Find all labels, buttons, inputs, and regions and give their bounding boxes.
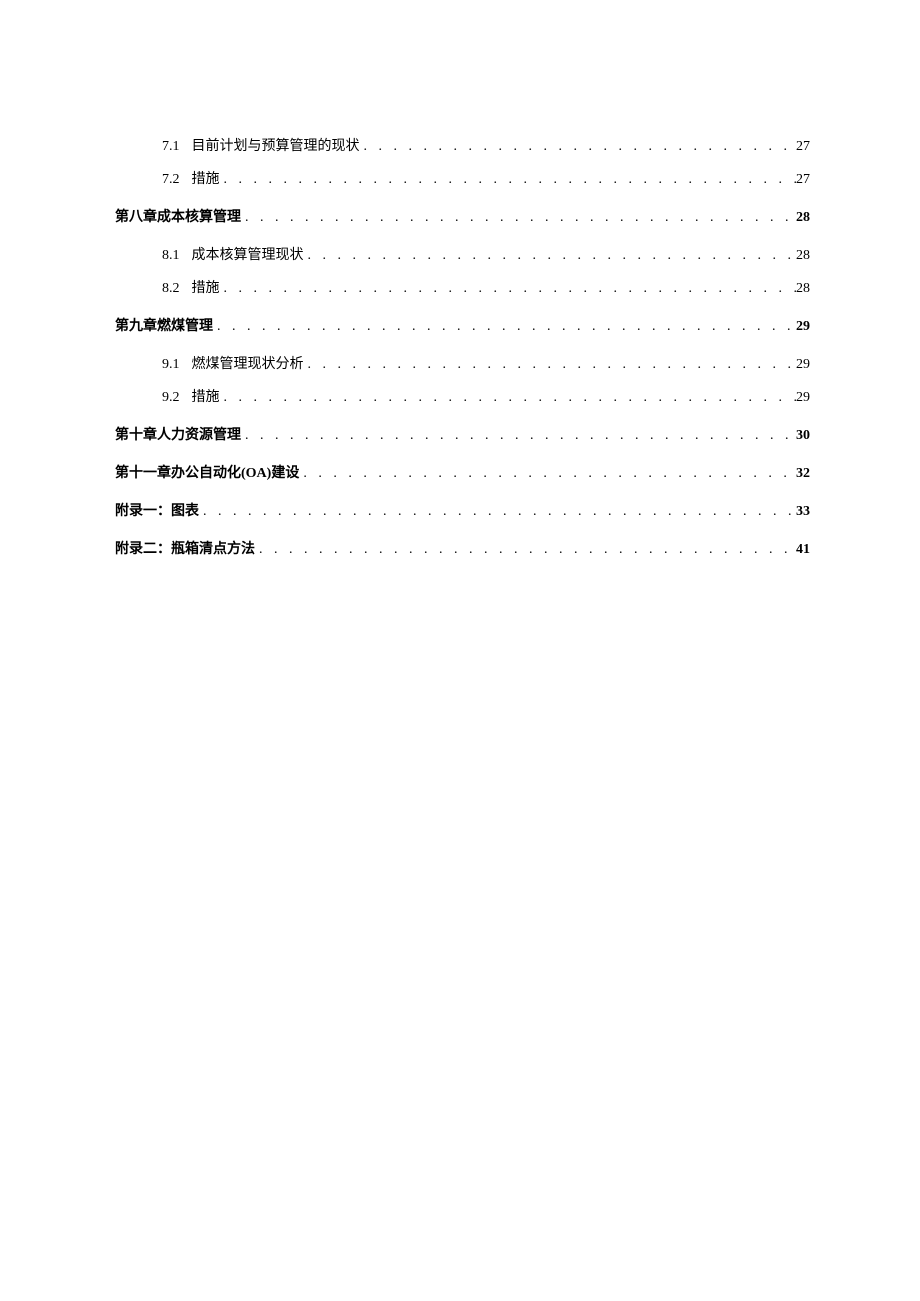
toc-dots: . . . . . . . . . . . . . . . . . . . . … [220, 172, 797, 188]
toc-title: 措施 [192, 386, 220, 406]
toc-number: 7.1 [162, 139, 180, 155]
toc-title: 第九章燃煤管理 [115, 315, 213, 335]
toc-dots: . . . . . . . . . . . . . . . . . . . . … [220, 390, 797, 406]
toc-page: 41 [796, 542, 810, 558]
toc-title: 燃煤管理现状分析 [192, 353, 304, 373]
toc-dots: . . . . . . . . . . . . . . . . . . . . … [304, 357, 797, 373]
table-of-contents: 7.1 目前计划与预算管理的现状 . . . . . . . . . . . .… [115, 135, 810, 558]
toc-entry: 7.2 措施 . . . . . . . . . . . . . . . . .… [115, 168, 810, 188]
toc-number: 9.1 [162, 357, 180, 373]
toc-number: 9.2 [162, 390, 180, 406]
toc-page: 28 [796, 281, 810, 297]
toc-page: 29 [796, 357, 810, 373]
toc-dots: . . . . . . . . . . . . . . . . . . . . … [199, 504, 796, 520]
toc-entry: 9.2 措施 . . . . . . . . . . . . . . . . .… [115, 386, 810, 406]
toc-title: 成本核算管理现状 [192, 244, 304, 264]
toc-entry: 附录二：瓶箱清点方法 . . . . . . . . . . . . . . .… [115, 538, 810, 558]
toc-entry: 第十一章办公自动化(OA)建设 . . . . . . . . . . . . … [115, 462, 810, 482]
toc-page: 27 [796, 139, 810, 155]
toc-page: 29 [796, 319, 810, 335]
toc-entry: 第八章成本核算管理 . . . . . . . . . . . . . . . … [115, 206, 810, 226]
toc-dots: . . . . . . . . . . . . . . . . . . . . … [220, 281, 797, 297]
toc-title: 第十一章办公自动化(OA)建设 [115, 462, 299, 482]
toc-title: 目前计划与预算管理的现状 [192, 135, 360, 155]
toc-title: 第八章成本核算管理 [115, 206, 241, 226]
toc-entry: 第十章人力资源管理 . . . . . . . . . . . . . . . … [115, 424, 810, 444]
toc-number: 7.2 [162, 172, 180, 188]
toc-page: 30 [796, 428, 810, 444]
toc-entry: 附录一：图表 . . . . . . . . . . . . . . . . .… [115, 500, 810, 520]
toc-title: 第十章人力资源管理 [115, 424, 241, 444]
toc-page: 28 [796, 210, 810, 226]
toc-page: 32 [796, 466, 810, 482]
toc-page: 28 [796, 248, 810, 264]
toc-number: 8.2 [162, 281, 180, 297]
toc-number: 8.1 [162, 248, 180, 264]
toc-title: 附录一：图表 [115, 500, 199, 520]
toc-page: 29 [796, 390, 810, 406]
toc-entry: 9.1 燃煤管理现状分析 . . . . . . . . . . . . . .… [115, 353, 810, 373]
toc-dots: . . . . . . . . . . . . . . . . . . . . … [360, 139, 797, 155]
toc-entry: 7.1 目前计划与预算管理的现状 . . . . . . . . . . . .… [115, 135, 810, 155]
toc-dots: . . . . . . . . . . . . . . . . . . . . … [241, 428, 796, 444]
toc-title: 附录二：瓶箱清点方法 [115, 538, 255, 558]
toc-dots: . . . . . . . . . . . . . . . . . . . . … [299, 466, 796, 482]
toc-entry: 8.2 措施 . . . . . . . . . . . . . . . . .… [115, 277, 810, 297]
toc-dots: . . . . . . . . . . . . . . . . . . . . … [255, 542, 796, 558]
toc-dots: . . . . . . . . . . . . . . . . . . . . … [304, 248, 797, 264]
toc-dots: . . . . . . . . . . . . . . . . . . . . … [213, 319, 796, 335]
toc-entry: 第九章燃煤管理 . . . . . . . . . . . . . . . . … [115, 315, 810, 335]
toc-title: 措施 [192, 277, 220, 297]
toc-page: 33 [796, 504, 810, 520]
toc-page: 27 [796, 172, 810, 188]
toc-dots: . . . . . . . . . . . . . . . . . . . . … [241, 210, 796, 226]
toc-entry: 8.1 成本核算管理现状 . . . . . . . . . . . . . .… [115, 244, 810, 264]
toc-title: 措施 [192, 168, 220, 188]
